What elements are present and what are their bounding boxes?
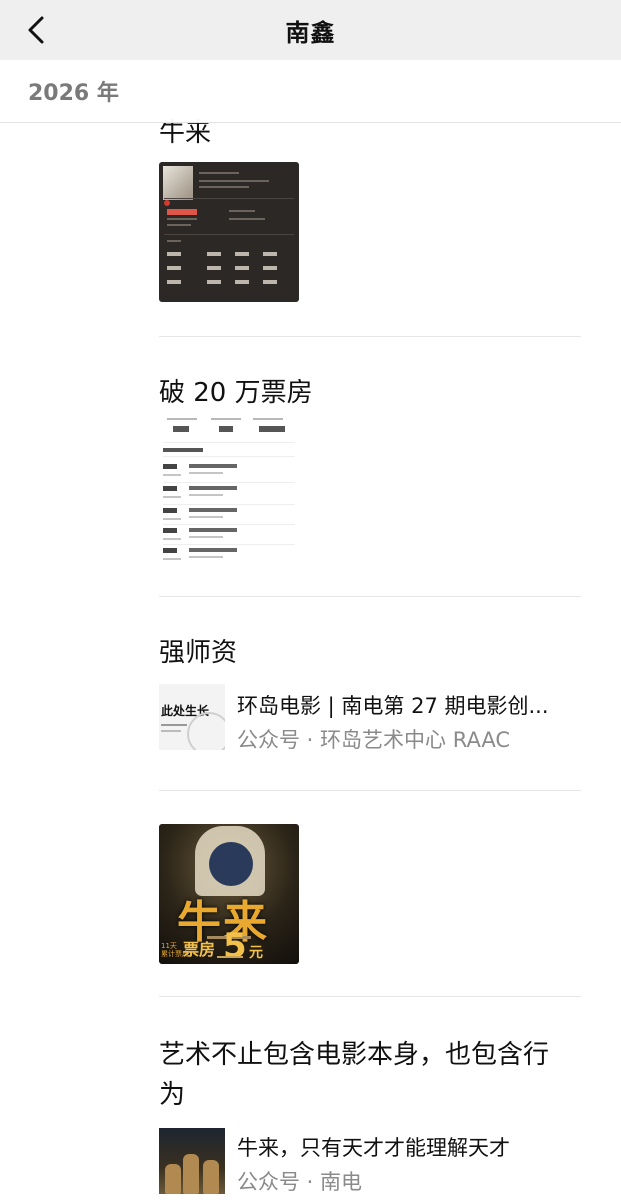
year-label: 2026 年 bbox=[28, 81, 119, 106]
section-title: 强师资 bbox=[159, 638, 238, 668]
article-thumbnail bbox=[159, 1128, 225, 1194]
chevron-left-icon[interactable] bbox=[20, 12, 56, 48]
stats-screenshot-thumbnail[interactable] bbox=[159, 162, 299, 302]
article-card[interactable]: 牛来，只有天才才能理解天才 公众号 · 南电 bbox=[159, 1128, 581, 1198]
year-header: 2026 年 bbox=[0, 60, 621, 123]
section-title: 破 20 万票房 bbox=[159, 378, 313, 408]
divider bbox=[159, 596, 581, 597]
section-title-line1: 艺术不止包含电影本身，也包含行 bbox=[159, 1040, 550, 1070]
article-source: 公众号 · 南电 bbox=[237, 1170, 363, 1194]
poster-image bbox=[163, 166, 193, 200]
ranking-screenshot-thumbnail[interactable] bbox=[159, 414, 299, 566]
nav-bar: 南鑫 bbox=[0, 0, 621, 60]
poster-box-unit: 元 bbox=[249, 945, 263, 961]
poster-box-value: 5 bbox=[223, 926, 247, 964]
divider bbox=[159, 996, 581, 997]
page-title: 南鑫 bbox=[285, 18, 336, 47]
article-title: 牛来，只有天才才能理解天才 bbox=[237, 1136, 510, 1160]
section-title-line2: 为 bbox=[159, 1080, 186, 1110]
movie-poster-thumbnail[interactable]: 牛来 11天 累计票房 票房 5 元 bbox=[159, 824, 299, 964]
poster-box-label: 票房 bbox=[183, 940, 216, 959]
article-source: 公众号 · 环岛艺术中心 RAAC bbox=[237, 728, 511, 752]
divider bbox=[159, 790, 581, 791]
article-thumbnail: 此处生长 bbox=[159, 684, 225, 750]
article-card[interactable]: 此处生长 环岛电影 | 南电第 27 期电影创... 公众号 · 环岛艺术中心 … bbox=[159, 684, 581, 754]
divider bbox=[159, 336, 581, 337]
article-title: 环岛电影 | 南电第 27 期电影创... bbox=[237, 694, 549, 718]
